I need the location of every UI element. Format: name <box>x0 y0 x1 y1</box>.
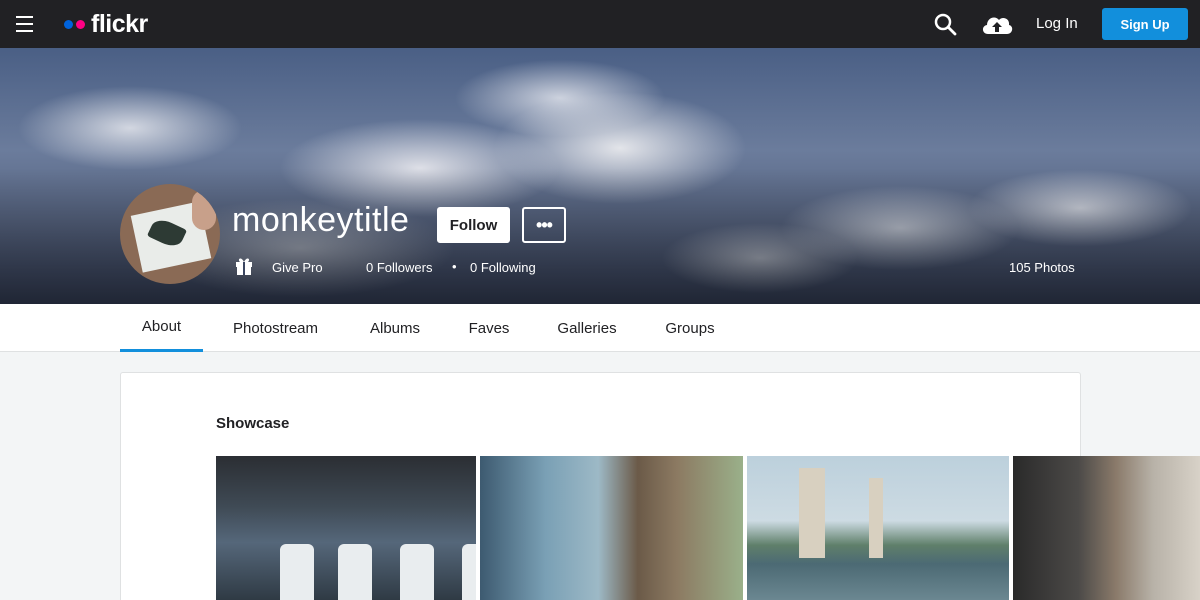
profile-tabs: About Photostream Albums Faves Galleries… <box>0 304 1200 352</box>
separator-dot: • <box>452 259 457 274</box>
avatar[interactable] <box>120 184 220 284</box>
logo-pink-dot <box>76 19 85 29</box>
flickr-logo[interactable]: flickr <box>64 10 148 38</box>
logo-wordmark: flickr <box>91 9 148 38</box>
follow-button[interactable]: Follow <box>437 207 510 243</box>
cover-photo: monkeytitle Follow ••• Give Pro 0 Follow… <box>0 48 1200 304</box>
showcase-title: Showcase <box>216 415 290 432</box>
tab-galleries[interactable]: Galleries <box>545 304 629 352</box>
showcase-photo[interactable] <box>1013 456 1200 600</box>
gift-icon[interactable] <box>235 256 253 276</box>
followers-count[interactable]: 0 Followers <box>366 260 432 275</box>
tab-albums[interactable]: Albums <box>355 304 435 352</box>
login-link[interactable]: Log In <box>1036 15 1078 32</box>
tab-photostream[interactable]: Photostream <box>218 304 333 352</box>
tab-groups[interactable]: Groups <box>653 304 727 352</box>
give-pro-link[interactable]: Give Pro <box>272 260 323 275</box>
showcase-photo[interactable] <box>216 456 476 600</box>
menu-icon[interactable] <box>16 16 33 32</box>
showcase-photo[interactable] <box>747 456 1009 600</box>
signup-button[interactable]: Sign Up <box>1102 8 1188 40</box>
tab-faves[interactable]: Faves <box>456 304 522 352</box>
following-count[interactable]: 0 Following <box>470 260 536 275</box>
photos-count: 105 Photos <box>1009 260 1075 275</box>
logo-blue-dot <box>64 19 73 29</box>
profile-username: monkeytitle <box>232 201 410 239</box>
showcase-photo[interactable] <box>480 456 743 600</box>
upload-cloud-icon[interactable] <box>980 10 1014 38</box>
more-options-button[interactable]: ••• <box>522 207 566 243</box>
search-icon[interactable] <box>933 12 957 36</box>
tab-about[interactable]: About <box>120 304 203 352</box>
top-navbar: flickr Log In Sign Up <box>0 0 1200 48</box>
